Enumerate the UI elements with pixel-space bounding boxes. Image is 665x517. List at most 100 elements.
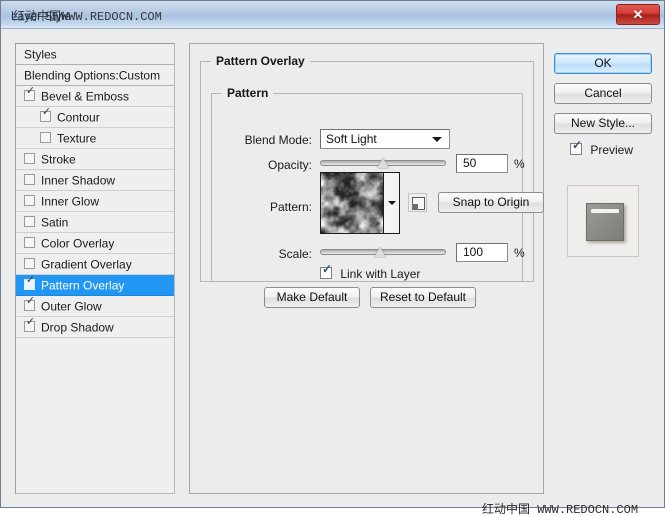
sidebar-item-drop-shadow[interactable]: Drop Shadow [16,317,174,338]
snap-to-origin-button[interactable]: Snap to Origin [438,192,544,213]
opacity-input[interactable]: 50 [456,154,508,173]
sidebar-item-satin[interactable]: Satin [16,212,174,233]
sidebar-item-label: Texture [57,131,97,146]
sidebar-item-contour[interactable]: Contour [16,107,174,128]
new-style-label: New Style... [570,116,636,130]
blend-mode-select[interactable]: Soft Light [320,129,450,149]
ok-label: OK [594,56,612,70]
bottom-watermark: 红动中国 WWW.REDOCN.COM [482,500,638,517]
reset-to-default-label: Reset to Default [379,290,467,304]
blending-options-row[interactable]: Blending Options:Custom [16,65,174,86]
close-icon: ✕ [632,7,644,22]
checkbox-icon[interactable] [24,296,36,312]
scale-value: 100 [463,245,484,259]
checkbox-icon[interactable] [24,258,35,270]
sidebar-item-outer-glow[interactable]: Outer Glow [16,296,174,317]
close-button[interactable]: ✕ [616,4,660,25]
new-style-button[interactable]: New Style... [554,113,652,134]
scale-slider-thumb[interactable] [374,247,387,257]
sidebar-item-pattern-overlay[interactable]: Pattern Overlay [16,275,174,296]
ok-button[interactable]: OK [554,53,652,74]
scale-label: Scale: [278,247,312,261]
new-pattern-button[interactable] [408,193,427,212]
sidebar-item-inner-shadow[interactable]: Inner Shadow [16,170,174,191]
dialog-actions: OK Cancel New Style... Preview [554,43,652,494]
sidebar-item-stroke[interactable]: Stroke [16,149,174,170]
blend-mode-label: Blend Mode: [244,133,312,147]
checkbox-icon[interactable] [24,237,35,249]
effect-settings-panel: Pattern Overlay Pattern Blend Mode: Soft… [189,43,544,494]
pattern-overlay-group-title: Pattern Overlay [216,54,305,68]
pattern-label: Pattern: [269,200,312,214]
blending-options-label: Blending Options:Custom [24,68,161,83]
make-default-button[interactable]: Make Default [264,287,360,308]
sidebar-item-label: Inner Shadow [41,173,116,188]
sidebar-item-label: Outer Glow [41,299,102,314]
pattern-group: Pattern Blend Mode: Soft Light Opacity: [211,86,544,282]
sidebar-item-texture[interactable]: Texture [16,128,174,149]
checkbox-icon[interactable] [24,174,35,186]
opacity-value: 50 [463,156,477,170]
checkbox-icon[interactable] [24,216,35,228]
title-bar: Layer Style 红动中国WWW.REDOCN.COM ✕ [1,1,664,29]
bottom-watermark-cn: 红动中国 [482,502,531,516]
checkbox-icon[interactable] [24,275,36,291]
scale-slider[interactable] [320,245,446,259]
sidebar-item-color-overlay[interactable]: Color Overlay [16,233,174,254]
make-default-label: Make Default [276,290,348,304]
checkbox-icon[interactable] [24,195,35,207]
sidebar-item-label: Pattern Overlay [41,278,125,293]
checkbox-icon[interactable] [24,317,36,333]
checkbox-icon [570,139,583,155]
sidebar-item-gradient-overlay[interactable]: Gradient Overlay [16,254,174,275]
opacity-slider[interactable] [320,156,446,170]
styles-label: Styles [24,47,57,62]
cancel-button[interactable]: Cancel [554,83,652,104]
sidebar-item-label: Drop Shadow [41,320,114,335]
snap-to-origin-label: Snap to Origin [452,195,530,209]
sidebar-item-label: Satin [41,215,69,230]
reset-to-default-button[interactable]: Reset to Default [370,287,476,308]
title-text-group: Layer Style 红动中国WWW.REDOCN.COM [11,8,411,24]
pattern-preview-canvas [321,173,383,233]
cancel-label: Cancel [584,86,622,100]
styles-list[interactable]: Styles Blending Options:Custom Bevel & E… [15,43,175,494]
link-with-layer-label: Link with Layer [340,266,421,281]
styles-list-header[interactable]: Styles [16,44,174,65]
sidebar-item-bevel-emboss[interactable]: Bevel & Emboss [16,86,174,107]
checkbox-icon[interactable] [24,153,35,165]
bottom-watermark-url: WWW.REDOCN.COM [537,503,639,517]
sidebar-item-inner-glow[interactable]: Inner Glow [16,191,174,212]
sidebar-item-label: Bevel & Emboss [41,89,130,104]
chevron-down-icon [432,137,442,142]
sidebar-item-label: Color Overlay [41,236,115,251]
sidebar-item-label: Inner Glow [41,194,100,209]
title-watermark: 红动中国WWW.REDOCN.COM [13,8,162,25]
pattern-picker-dropdown[interactable] [384,172,400,234]
checkbox-icon[interactable] [40,132,51,144]
preview-label: Preview [590,142,634,157]
new-pattern-icon [412,197,425,210]
scale-unit: % [514,246,525,260]
checkbox-icon[interactable] [40,107,52,123]
style-effect-rows: Bevel & Emboss Contour Texture Stroke Inner … [16,86,174,338]
dialog-body: Styles Blending Options:Custom Bevel & E… [1,29,664,517]
pattern-swatch[interactable] [320,172,384,234]
opacity-slider-thumb[interactable] [377,158,389,168]
layer-style-dialog: Layer Style 红动中国WWW.REDOCN.COM ✕ Styles … [0,0,665,517]
opacity-label: Opacity: [267,158,312,172]
style-preview-thumbnail [567,185,639,257]
pattern-group-title: Pattern [227,86,269,100]
pattern-overlay-group: Pattern Overlay Pattern Blend Mode: Soft… [200,54,544,282]
title-watermark-url: WWW.REDOCN.COM [61,10,162,24]
link-with-layer-checkbox[interactable]: Link with Layer [320,263,421,281]
preview-checkbox[interactable]: Preview [570,139,634,157]
blend-mode-value: Soft Light [326,132,377,146]
sidebar-item-label: Contour [57,110,100,125]
scale-input[interactable]: 100 [456,243,508,262]
sidebar-item-label: Stroke [41,152,76,167]
opacity-unit: % [514,157,525,171]
checkbox-icon [320,263,333,279]
checkbox-icon[interactable] [24,86,36,102]
chevron-down-icon [387,201,396,205]
